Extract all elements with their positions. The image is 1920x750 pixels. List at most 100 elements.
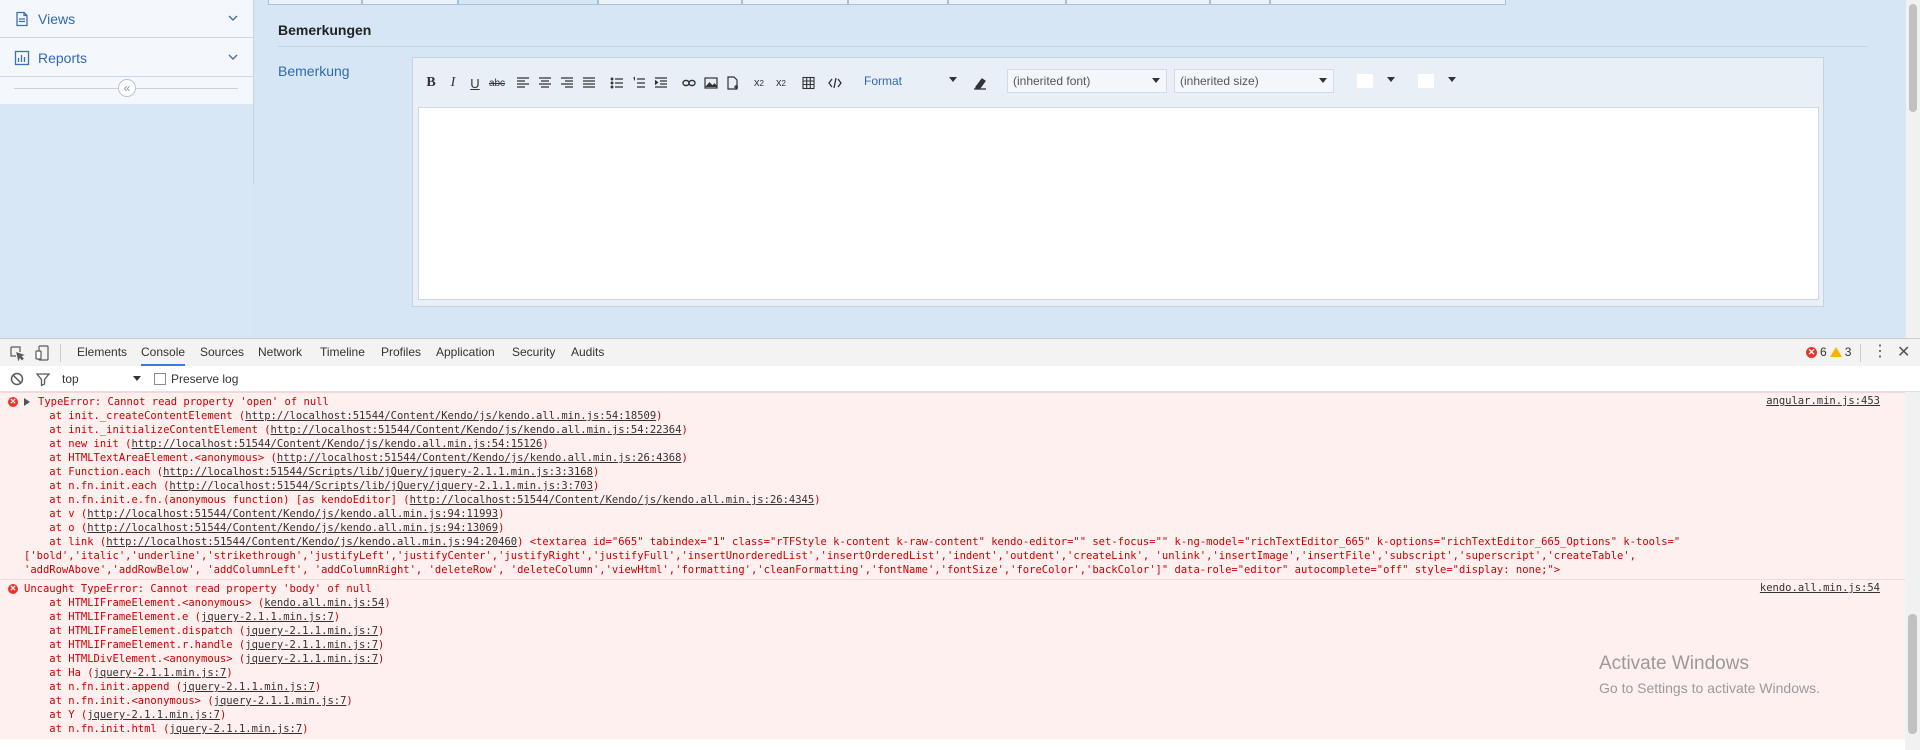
stack-frame-link[interactable]: http://localhost:51544/Content/Kendo/js/… [410, 494, 815, 506]
clear-console-icon[interactable] [9, 371, 25, 387]
tab-network[interactable]: Network [258, 339, 302, 366]
insert-file-icon[interactable] [724, 74, 742, 92]
field-label: Bemerkung [278, 63, 350, 79]
tab-timeline[interactable]: Timeline [320, 339, 365, 366]
stack-frame-link[interactable]: jquery-2.1.1.min.js:7 [245, 625, 378, 637]
tab-console[interactable]: Console [141, 339, 186, 366]
form-tab[interactable] [1270, 0, 1506, 5]
form-tab[interactable] [948, 0, 1066, 5]
tab-audits[interactable]: Audits [571, 339, 604, 366]
console-error-message[interactable]: ✕ TypeError: Cannot read property 'open' … [0, 392, 1905, 580]
stack-frame-text: at Function.each ( [24, 466, 164, 478]
stack-frame-link[interactable]: http://localhost:51544/Content/Kendo/js/… [277, 452, 682, 464]
clean-formatting-icon[interactable] [971, 74, 989, 92]
stack-frame-link[interactable]: jquery-2.1.1.min.js:7 [245, 639, 378, 651]
stack-frame-link[interactable]: jquery-2.1.1.min.js:7 [245, 653, 378, 665]
subscript-icon[interactable]: x2 [750, 74, 768, 92]
form-tab[interactable] [268, 0, 362, 5]
font-size-dropdown[interactable]: (inherited size) [1174, 69, 1334, 93]
stack-frame-link[interactable]: jquery-2.1.1.min.js:7 [182, 681, 315, 693]
stack-frame-link[interactable]: http://localhost:51544/Content/Kendo/js/… [106, 536, 517, 548]
collapse-sidebar-button[interactable]: « [118, 79, 136, 97]
fore-color-picker[interactable] [1352, 69, 1401, 93]
table-icon[interactable] [800, 74, 818, 92]
tab-security[interactable]: Security [512, 339, 555, 366]
bulleted-list-icon[interactable] [608, 74, 626, 92]
expand-triangle-icon[interactable] [24, 398, 30, 406]
console-scrollbar[interactable] [1905, 392, 1920, 750]
editor-content-area[interactable] [418, 107, 1819, 300]
sidebar-item-reports[interactable]: Reports [0, 39, 253, 77]
form-tab[interactable] [1210, 0, 1270, 5]
align-center-icon[interactable] [536, 74, 554, 92]
tab-sources[interactable]: Sources [200, 339, 244, 366]
stack-frame-suffix: ) [498, 508, 505, 520]
stack-frame-text: at o ( [24, 522, 88, 534]
stack-frame-link[interactable]: jquery-2.1.1.min.js:7 [87, 709, 220, 721]
inspect-element-icon[interactable] [9, 345, 25, 362]
underline-icon[interactable]: U [466, 74, 484, 92]
preserve-log-checkbox[interactable]: Preserve log [154, 372, 238, 386]
chevron-down-icon[interactable] [133, 376, 141, 381]
form-tab-active[interactable] [458, 0, 598, 5]
stack-frame-link[interactable]: http://localhost:51544/Scripts/lib/jQuer… [169, 480, 593, 492]
form-tab[interactable] [742, 0, 848, 5]
italic-icon[interactable]: I [444, 74, 462, 92]
form-tab[interactable] [598, 0, 742, 5]
image-icon[interactable] [702, 74, 720, 92]
chevron-down-icon [949, 77, 957, 82]
scrollbar-thumb[interactable] [1908, 614, 1917, 734]
tab-profiles[interactable]: Profiles [381, 339, 421, 366]
chevron-down-icon [1387, 77, 1395, 82]
stack-frame-link[interactable]: jquery-2.1.1.min.js:7 [214, 695, 347, 707]
tab-elements[interactable]: Elements [77, 339, 127, 366]
justify-icon[interactable] [580, 74, 598, 92]
superscript-icon[interactable]: x2 [772, 74, 790, 92]
align-left-icon[interactable] [514, 74, 532, 92]
numbered-list-icon[interactable] [630, 74, 648, 92]
chevron-down-icon[interactable] [227, 12, 239, 24]
link-icon[interactable] [680, 74, 698, 92]
stack-frame-link[interactable]: http://localhost:51544/Content/Kendo/js/… [87, 522, 498, 534]
strikethrough-icon[interactable]: abc [488, 74, 506, 92]
page-scrollbar[interactable] [1906, 0, 1920, 338]
source-link[interactable]: angular.min.js:453 [1766, 395, 1880, 407]
form-tabs [268, 0, 1506, 5]
chevron-down-icon[interactable] [227, 51, 239, 63]
device-toolbar-icon[interactable] [35, 345, 51, 361]
stack-frame-link[interactable]: jquery-2.1.1.min.js:7 [94, 667, 227, 679]
back-color-picker[interactable] [1413, 69, 1462, 93]
stack-frame-link[interactable]: http://localhost:51544/Content/Kendo/js/… [271, 424, 682, 436]
tab-application[interactable]: Application [436, 339, 495, 366]
stack-frame-link[interactable]: http://localhost:51544/Scripts/lib/jQuer… [163, 466, 593, 478]
stack-frame-link[interactable]: http://localhost:51544/Content/Kendo/js/… [245, 410, 656, 422]
context-selector[interactable]: top [62, 372, 79, 386]
format-dropdown[interactable]: Format [859, 69, 963, 93]
bold-icon[interactable]: B [422, 74, 440, 92]
stack-frame-link[interactable]: jquery-2.1.1.min.js:7 [169, 723, 302, 735]
stack-frame-link[interactable]: http://localhost:51544/Content/Kendo/js/… [87, 508, 498, 520]
align-right-icon[interactable] [558, 74, 576, 92]
scrollbar-thumb[interactable] [1909, 4, 1917, 112]
source-link[interactable]: kendo.all.min.js:54 [1760, 582, 1880, 594]
stack-trace-line: at o (http://localhost:51544/Content/Ken… [24, 521, 504, 535]
form-tab[interactable] [848, 0, 948, 5]
form-tab[interactable] [362, 0, 458, 5]
sidebar-item-views[interactable]: Views [0, 0, 253, 38]
stack-trace-line: at HTMLIFrameElement.r.handle (jquery-2.… [24, 638, 384, 652]
view-html-icon[interactable] [826, 74, 844, 92]
font-name-dropdown[interactable]: (inherited font) [1007, 69, 1167, 93]
stack-frame-link[interactable]: http://localhost:51544/Content/Kendo/js/… [131, 438, 542, 450]
filter-icon[interactable] [35, 371, 51, 387]
issue-counter[interactable]: ✕ 6 3 [1806, 345, 1851, 359]
close-icon[interactable]: ✕ [1897, 342, 1910, 362]
stack-trace-line: at HTMLTextAreaElement.<anonymous> (http… [24, 451, 688, 465]
indent-icon[interactable] [652, 74, 670, 92]
stack-frame-suffix: ) [346, 695, 353, 707]
checkbox-icon[interactable] [154, 373, 166, 385]
stack-frame-link[interactable]: kendo.all.min.js:54 [264, 597, 384, 609]
sidebar: Views Reports « [0, 0, 254, 338]
stack-frame-link[interactable]: jquery-2.1.1.min.js:7 [201, 611, 334, 623]
form-tab[interactable] [1066, 0, 1210, 5]
more-options-icon[interactable]: ⋮ [1872, 344, 1888, 360]
